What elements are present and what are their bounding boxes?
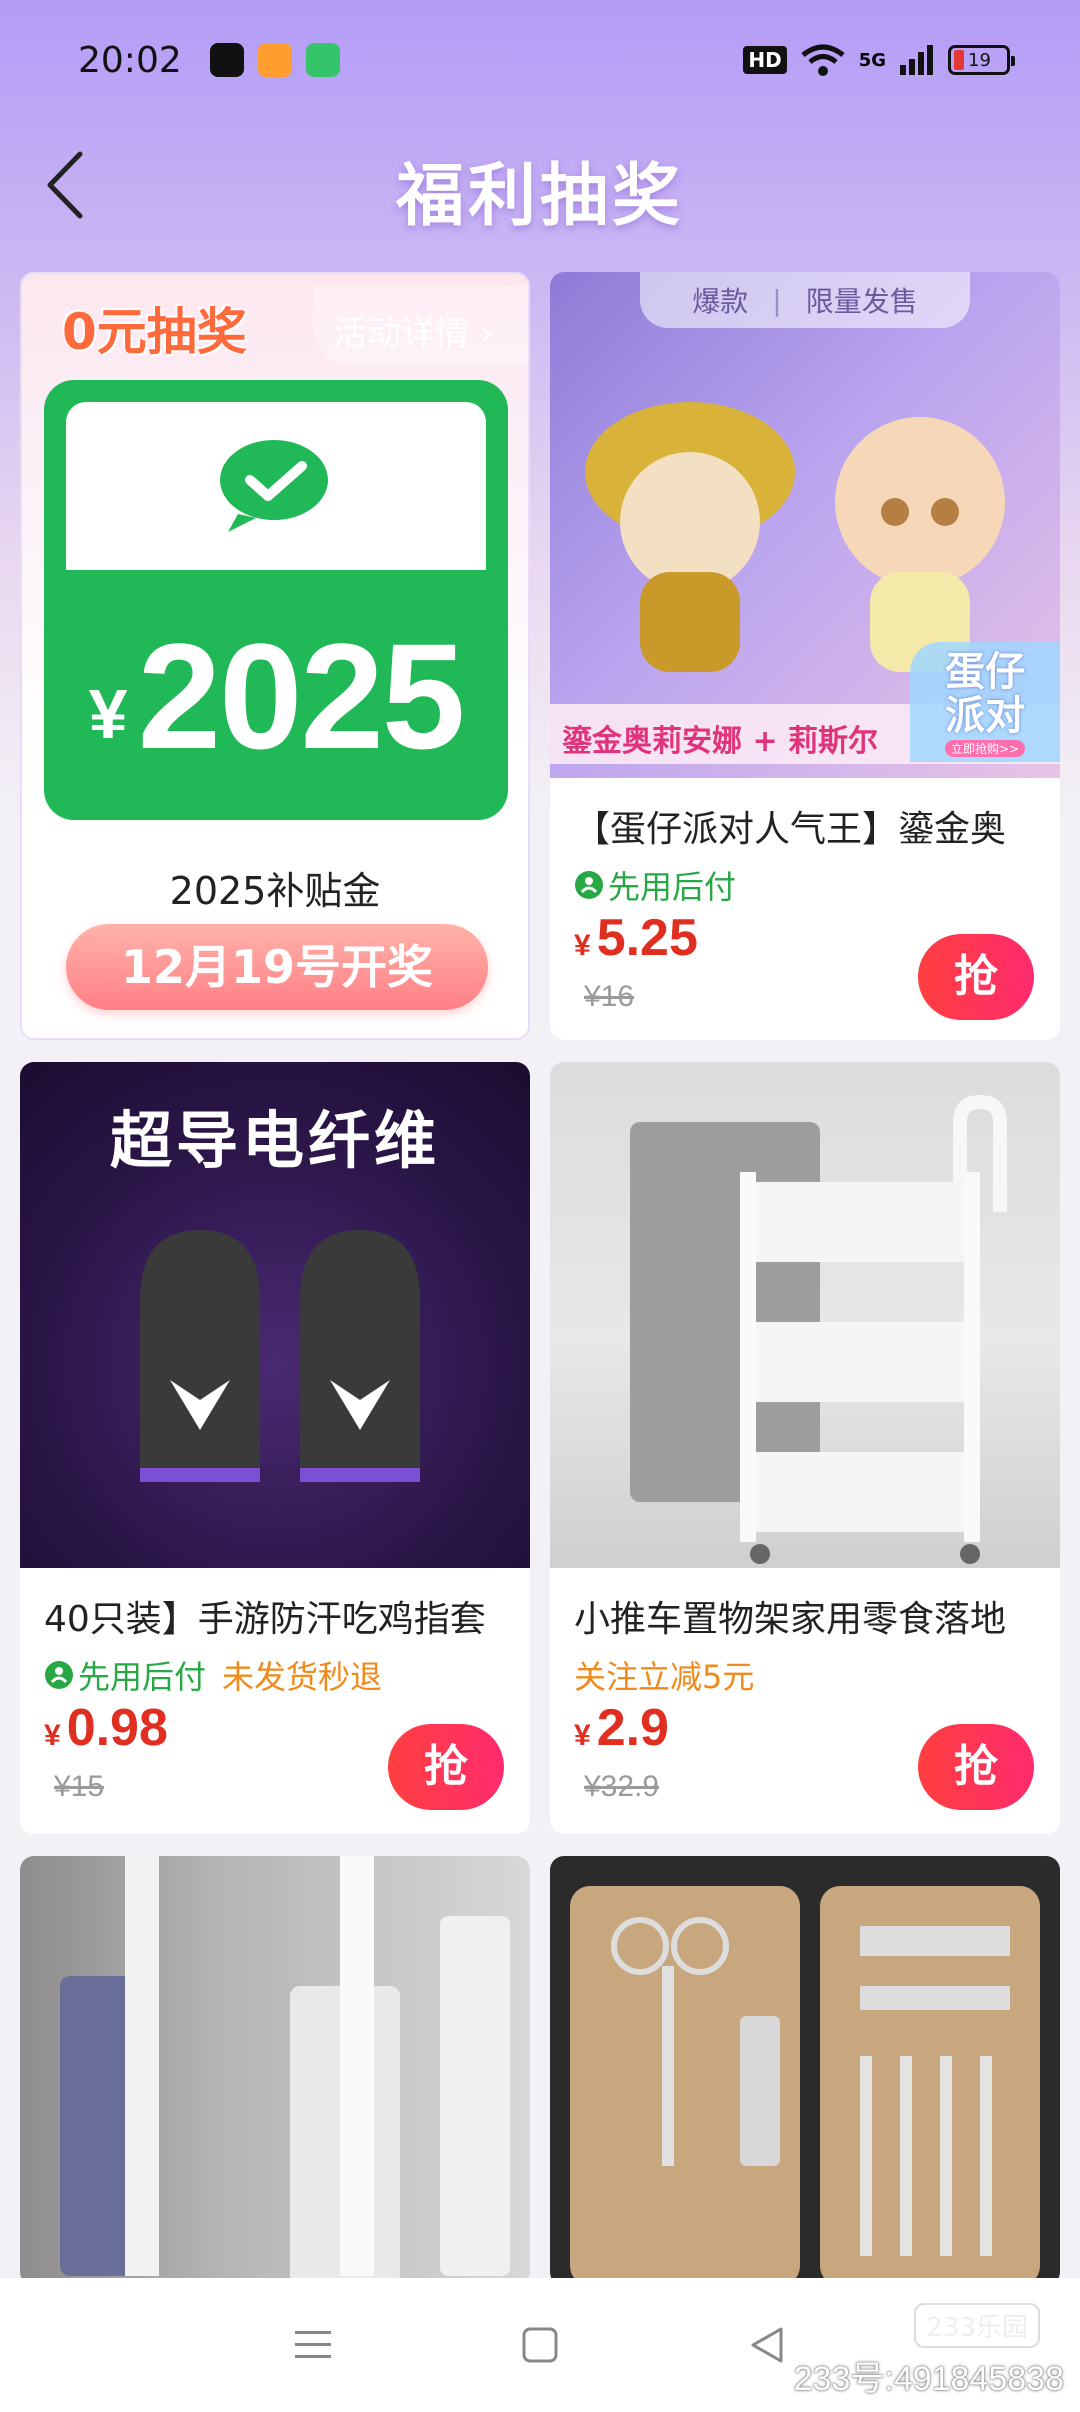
product-title: 【蛋仔派对人气王】鎏金奥: [574, 809, 1007, 850]
product-card[interactable]: 超导电纤维 40只装】手游防汗吃鸡指套 先用后付 未发货秒退 ¥0.98 ¥15…: [20, 1062, 530, 1834]
green-app-icon: [305, 43, 340, 77]
grab-button[interactable]: 抢: [388, 1724, 504, 1810]
image-banner: 超导电纤维: [109, 1104, 440, 1177]
wifi-icon: [801, 44, 845, 76]
signal-icon: [900, 45, 933, 75]
network-label: 5G: [858, 49, 886, 71]
page-title: 福利抽奖: [395, 157, 684, 236]
battery-level: 19: [968, 49, 991, 71]
draw-date-button[interactable]: 12月19号开奖: [66, 924, 488, 1010]
watermark-logo: 233乐园: [914, 2303, 1040, 2348]
refund-tag: 未发货秒退: [222, 1658, 383, 1696]
watermark-id: 233号:491845838: [793, 2360, 1064, 2398]
pay-later-icon: [575, 871, 603, 899]
wechat-pay-icon: [220, 440, 328, 532]
product-price: ¥2.9: [574, 1699, 669, 1757]
battery-icon: 19: [948, 45, 1015, 75]
product-tags: 先用后付 未发货秒退: [44, 1652, 382, 1698]
prize-amount: ¥2025: [44, 610, 508, 783]
image-badge: 爆款: [692, 285, 749, 318]
product-card[interactable]: [550, 1856, 1060, 2286]
pay-later-tag: 先用后付: [44, 1652, 206, 1698]
prize-amount-value: 2025: [137, 612, 466, 780]
product-tags: 关注立减5元: [574, 1652, 754, 1698]
prize-currency: ¥: [88, 675, 128, 753]
prize-name: 2025补贴金: [169, 869, 381, 913]
activity-detail-link[interactable]: 活动详情 ›: [313, 286, 528, 366]
menu-icon[interactable]: [293, 2325, 333, 2365]
grab-button[interactable]: 抢: [918, 1724, 1034, 1810]
product-image[interactable]: 超导电纤维: [20, 1062, 530, 1568]
page-header: 福利抽奖: [0, 130, 1080, 240]
pay-later-icon: [45, 1661, 73, 1689]
product-card[interactable]: 小推车置物架家用零食落地 关注立减5元 ¥2.9 ¥32.9 抢: [550, 1062, 1060, 1834]
product-title: 小推车置物架家用零食落地: [574, 1599, 1007, 1640]
finger-sleeve-left: [140, 1230, 260, 1482]
brand-logo: 蛋仔派对 立即抢购>>: [910, 642, 1060, 762]
product-tags: 先用后付: [574, 862, 736, 908]
status-bar: 20:02 HD 5G 19: [0, 0, 1080, 120]
product-title: 40只装】手游防汗吃鸡指套: [44, 1599, 486, 1640]
trolley-rack-graphic: [630, 1094, 1007, 1564]
back-nav-icon[interactable]: [747, 2325, 787, 2365]
finger-sleeve-right: [300, 1230, 420, 1482]
hd-icon: HD: [743, 46, 787, 74]
product-image[interactable]: 爆款 | 限量发售 鎏金奥莉安娜 + 莉斯尔 蛋仔派对 立即抢购>>: [550, 272, 1060, 778]
original-price: ¥15: [54, 1770, 105, 1803]
manicure-kit-graphic: [570, 1886, 1040, 2286]
product-image[interactable]: [550, 1062, 1060, 1568]
image-caption: 鎏金奥莉安娜 + 莉斯尔: [562, 724, 879, 759]
lottery-tag: 0元抽奖: [62, 303, 247, 361]
original-price: ¥16: [584, 980, 635, 1013]
product-card[interactable]: 爆款 | 限量发售 鎏金奥莉安娜 + 莉斯尔 蛋仔派对 立即抢购>> 【蛋仔派对…: [550, 272, 1060, 1040]
discount-tag: 关注立减5元: [574, 1658, 755, 1696]
mop-graphic: [60, 1856, 510, 2286]
image-badge: 限量发售: [805, 285, 918, 318]
product-price: ¥5.25: [574, 909, 698, 967]
wechat-prize-box: ¥2025: [44, 380, 508, 820]
image-badge-bar: 爆款 | 限量发售: [640, 272, 970, 328]
home-icon[interactable]: [520, 2325, 560, 2365]
character-gold-figure: [585, 402, 795, 672]
product-price: ¥0.98: [44, 1699, 168, 1757]
grab-button[interactable]: 抢: [918, 934, 1034, 1020]
status-time: 20:02: [78, 39, 182, 81]
product-image[interactable]: [550, 1856, 1060, 2286]
tiktok-icon: [209, 43, 244, 77]
product-card[interactable]: [20, 1856, 530, 2286]
wechat-header: [66, 402, 486, 570]
character-pink-figure: [835, 417, 1005, 672]
product-image[interactable]: [20, 1856, 530, 2286]
video-app-icon: [257, 43, 292, 77]
pay-later-tag: 先用后付: [574, 862, 736, 908]
original-price: ¥32.9: [584, 1770, 660, 1803]
lottery-card[interactable]: 0元抽奖 活动详情 › ¥2025 2025补贴金 12月19号开奖: [20, 272, 530, 1040]
